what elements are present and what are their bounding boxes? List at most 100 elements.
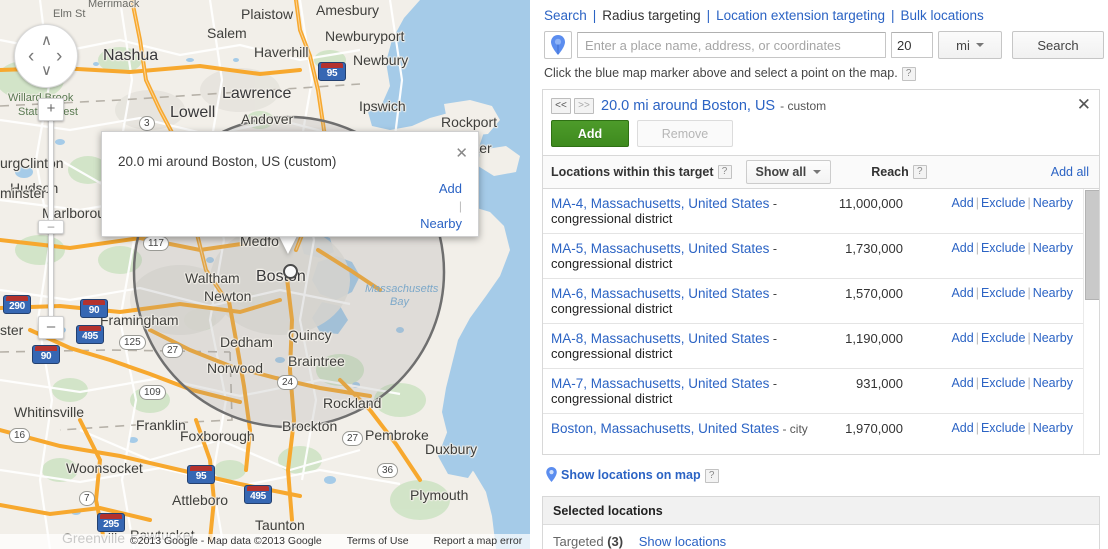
tab-bulk-locations[interactable]: Bulk locations	[901, 8, 984, 23]
info-window-tail	[278, 234, 298, 254]
search-row: mi Search	[536, 29, 1104, 59]
map-canvas[interactable]: Elm St Merrimack Nashua Plaistow Amesbury New…	[0, 0, 530, 549]
help-icon[interactable]: ?	[704, 469, 719, 483]
map-report-error-link[interactable]: Report a map error	[433, 534, 522, 549]
target-next-button[interactable]: >>	[574, 98, 594, 114]
close-icon[interactable]: ✕	[1077, 96, 1091, 113]
location-add-link[interactable]: Add	[951, 196, 973, 210]
zoom-in-button[interactable]: +	[38, 98, 64, 121]
location-add-link[interactable]: Add	[951, 376, 973, 390]
route-shield: 109	[139, 385, 166, 400]
location-exclude-link[interactable]: Exclude	[981, 286, 1025, 300]
locations-scrollbar[interactable]	[1083, 189, 1099, 454]
target-header: << >> 20.0 mi around Boston, US - custom	[543, 90, 1099, 114]
tab-radius-targeting[interactable]: Radius targeting	[602, 8, 700, 23]
location-nearby-link[interactable]: Nearby	[1033, 286, 1073, 300]
target-name-link[interactable]: 20.0 mi around Boston, US	[601, 98, 775, 114]
tab-location-extension-targeting[interactable]: Location extension targeting	[716, 8, 885, 23]
search-button-label: Search	[1037, 37, 1079, 53]
radius-unit-select[interactable]: mi	[938, 31, 1002, 59]
location-actions: Add | Exclude | Nearby	[951, 376, 1073, 390]
show-locations-on-map-link[interactable]: Show locations on map	[561, 468, 701, 482]
locations-rows: MA-4, Massachusetts, United States - cong…	[543, 189, 1099, 454]
interstate-shield: 495	[76, 325, 104, 344]
map-copyright: ©2013 Google - Map data ©2013 Google	[130, 535, 322, 547]
route-shield: 36	[377, 463, 399, 478]
location-row[interactable]: Boston, Massachusetts, United States - c…	[543, 414, 1099, 454]
map-attribution: ©2013 Google - Map data ©2013 Google Ter…	[0, 534, 530, 549]
pan-down-icon[interactable]: ∨	[41, 63, 52, 78]
location-row[interactable]: MA-4, Massachusetts, United States - cong…	[543, 189, 1099, 234]
scrollbar-thumb[interactable]	[1085, 190, 1099, 300]
help-icon[interactable]: ?	[901, 67, 916, 81]
interstate-shield: 295	[97, 513, 125, 532]
tab-search[interactable]: Search	[544, 8, 587, 23]
location-reach-value: 931,000	[856, 376, 903, 391]
map-pan-control[interactable]: ∧ ∨ ‹ ›	[14, 24, 78, 88]
target-add-label: Add	[577, 126, 603, 141]
chevron-down-icon	[975, 43, 984, 47]
location-actions: Add | Exclude | Nearby	[951, 331, 1073, 345]
map-info-window[interactable]: 20.0 mi around Boston, US (custom) ✕ Add…	[101, 131, 479, 237]
target-add-button[interactable]: Add	[551, 120, 629, 147]
location-nearby-link[interactable]: Nearby	[1033, 331, 1073, 345]
location-type-label: congressional district	[551, 391, 673, 406]
location-add-link[interactable]: Add	[951, 241, 973, 255]
pan-right-icon[interactable]: ›	[56, 47, 62, 66]
show-all-dropdown[interactable]: Show all	[745, 160, 832, 184]
location-add-link[interactable]: Add	[951, 331, 973, 345]
help-icon[interactable]: ?	[717, 165, 732, 179]
location-row[interactable]: MA-7, Massachusetts, United States - cong…	[543, 369, 1099, 414]
location-reach-value: 1,730,000	[845, 241, 903, 256]
show-locations-link[interactable]: Show locations	[639, 534, 726, 549]
info-window-add-link[interactable]: Add	[420, 180, 462, 197]
location-type-label: congressional district	[551, 346, 673, 361]
pan-up-icon[interactable]: ∧	[41, 33, 52, 48]
info-window-nearby-link[interactable]: Nearby	[420, 215, 462, 232]
targeted-label: Targeted	[553, 534, 604, 549]
location-nearby-link[interactable]: Nearby	[1033, 196, 1073, 210]
route-shield: 3	[139, 116, 155, 131]
location-nearby-link[interactable]: Nearby	[1033, 241, 1073, 255]
close-icon[interactable]: ✕	[455, 146, 468, 161]
action-separator: |	[975, 286, 979, 300]
action-separator: |	[1027, 196, 1031, 210]
add-all-link[interactable]: Add all	[1051, 165, 1089, 179]
info-window-actions: Add | Nearby	[420, 180, 462, 232]
action-separator: |	[975, 421, 979, 435]
location-exclude-link[interactable]: Exclude	[981, 376, 1025, 390]
location-nearby-link[interactable]: Nearby	[1033, 376, 1073, 390]
location-exclude-link[interactable]: Exclude	[981, 331, 1025, 345]
location-reach-value: 1,570,000	[845, 286, 903, 301]
location-add-link[interactable]: Add	[951, 421, 973, 435]
map-terms-link[interactable]: Terms of Use	[347, 534, 409, 549]
search-button[interactable]: Search	[1012, 31, 1104, 59]
search-hint-text: Click the blue map marker above and sele…	[544, 66, 898, 80]
map-marker-icon[interactable]	[544, 31, 572, 59]
radius-value-input[interactable]	[891, 32, 933, 58]
interstate-shield: 95	[187, 465, 215, 484]
tab-separator: |	[592, 8, 597, 23]
help-icon[interactable]: ?	[912, 165, 927, 179]
location-row[interactable]: MA-6, Massachusetts, United States - cong…	[543, 279, 1099, 324]
zoom-out-button[interactable]: –	[38, 316, 64, 339]
location-row[interactable]: MA-8, Massachusetts, United States - cong…	[543, 324, 1099, 369]
pan-left-icon[interactable]: ‹	[28, 47, 34, 66]
location-add-link[interactable]: Add	[951, 286, 973, 300]
location-exclude-link[interactable]: Exclude	[981, 196, 1025, 210]
location-nearby-link[interactable]: Nearby	[1033, 421, 1073, 435]
location-exclude-link[interactable]: Exclude	[981, 421, 1025, 435]
map-center-marker	[283, 264, 298, 279]
location-exclude-link[interactable]: Exclude	[981, 241, 1025, 255]
action-separator: |	[1027, 241, 1031, 255]
locations-list[interactable]: MA-4, Massachusetts, United States - cong…	[542, 189, 1100, 455]
target-remove-button: Remove	[637, 120, 733, 147]
target-prev-button[interactable]: <<	[551, 98, 571, 114]
zoom-slider-thumb[interactable]: –	[38, 220, 64, 234]
map-tiles	[0, 0, 530, 549]
place-search-input[interactable]	[576, 32, 886, 58]
map-zoom-control[interactable]: + – –	[38, 98, 64, 344]
targeting-panel: Search | Radius targeting | Location extensi…	[530, 0, 1108, 549]
location-row[interactable]: MA-5, Massachusetts, United States - cong…	[543, 234, 1099, 279]
route-shield: 27	[162, 343, 184, 358]
